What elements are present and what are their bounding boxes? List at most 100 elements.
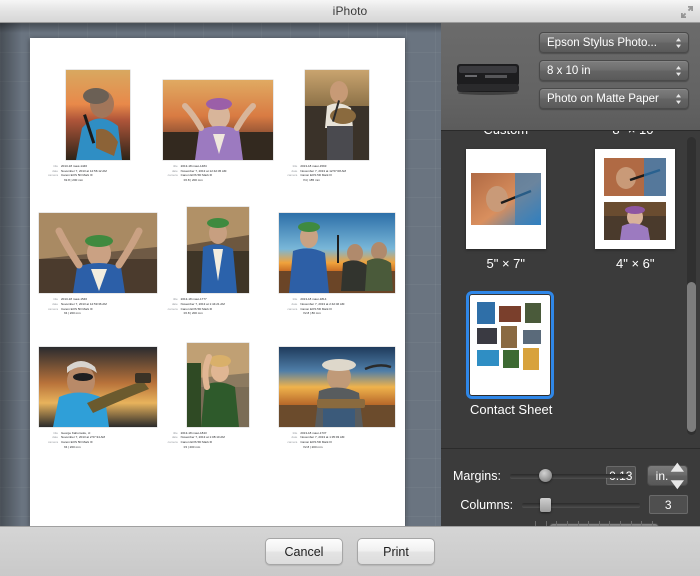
columns-slider-knob[interactable]: [540, 497, 552, 512]
margins-control-row: Margins: 0.13 in.: [453, 462, 688, 489]
photo-thumb-wrap: [158, 189, 278, 294]
layout-label: 5" × 7": [486, 256, 525, 271]
units-label: in.: [655, 468, 669, 483]
photo-caption: title 2013-18 maui-1843 date November 7, 2…: [165, 431, 278, 449]
photo-grid: title 2013-18 maui-1446 date November 7, 2…: [38, 56, 397, 449]
caption-key-camera: camera: [47, 173, 58, 178]
photo-caption: title 2013-18 maui-1484 date November 7, 2…: [165, 164, 278, 182]
photo-thumb-wrap: [38, 189, 158, 294]
updown-arrows-icon: [676, 93, 681, 104]
dialog-footer: Cancel Print: [0, 526, 700, 576]
photo-thumb-wrap: [277, 189, 397, 294]
caption-exif: f/2.8 | 200 mm: [64, 177, 84, 182]
printer-select[interactable]: Epson Stylus Photo...: [539, 32, 689, 53]
margins-slider[interactable]: [509, 468, 628, 483]
paper-size-select[interactable]: 8 x 10 in: [539, 60, 689, 81]
units-select[interactable]: in.: [646, 462, 688, 489]
columns-control-row: Columns: 3: [453, 495, 688, 527]
caption-key-camera: camera: [287, 306, 298, 311]
photo-caption: title 2013-18 maui-1737 date November 7, 2…: [284, 431, 397, 449]
layout-preview-image: [604, 158, 667, 196]
photo-cell[interactable]: title 2013-18 maui-1814 date November 7, 2…: [277, 189, 397, 315]
margins-label: Margins:: [453, 468, 501, 483]
layout-scrollbar-thumb[interactable]: [687, 282, 696, 432]
photo-caption: title 2013-18 maui-1777 date November 7, 2…: [165, 297, 278, 315]
photo-caption: title 2013-18 maui-1546 date November 7, 2…: [45, 297, 158, 315]
paper-type-label: Photo on Matte Paper: [547, 92, 659, 105]
layout-label-custom: Custom: [441, 131, 571, 137]
columns-value[interactable]: 3: [648, 495, 688, 514]
caption-exif: f/4 | 200 mm: [64, 311, 81, 316]
layout-preview-image: [470, 173, 541, 225]
photo-image: [162, 80, 273, 160]
photo-image: [279, 346, 396, 427]
caption-exif: f/2.8 | 80 mm: [303, 311, 321, 316]
window-titlebar: iPhoto: [0, 0, 700, 23]
page-title: iPhoto: [332, 4, 368, 18]
layout-preview-image: [604, 202, 667, 240]
photo-caption: title 2013-18 maui-1446 date November 7, 2…: [45, 164, 158, 182]
photo-cell[interactable]: title 2013-18 maui-1593 date November 7, 2…: [277, 56, 397, 182]
printer-icon: [457, 64, 519, 95]
paper-type-select[interactable]: Photo on Matte Paper: [539, 88, 689, 109]
photo-thumb-wrap: [158, 56, 278, 160]
margins-slider-track: [509, 473, 628, 478]
layout-empty-cell: [585, 295, 700, 417]
printer-popup-group: Epson Stylus Photo... 8 x 10 in Photo on…: [539, 32, 689, 109]
photo-cell[interactable]: title 2013-18 maui-1446 date November 7, 2…: [38, 56, 158, 182]
caption-exif: f/4 | 200 mm: [64, 444, 81, 449]
caption-exif: f/2.8 | 200 mm: [303, 444, 323, 449]
layout-option-4x6[interactable]: 4" × 6": [571, 149, 700, 271]
photo-cell[interactable]: title 2013-18 maui-1777 date November 7, 2…: [158, 189, 278, 315]
caption-camera: Canon EOS 5D Mark III: [300, 439, 332, 444]
layout-chooser-list[interactable]: Custom 8" × 10": [441, 131, 700, 449]
layout-label: 4" × 6": [615, 256, 655, 271]
caption-key-camera: camera: [287, 439, 298, 444]
print-preview-pane[interactable]: title 2013-18 maui-1446 date November 7, 2…: [0, 23, 441, 526]
photo-image: [305, 70, 370, 160]
caption-exif: f/4 | 200 mm: [183, 444, 201, 449]
layout-option-5x7[interactable]: 5" × 7": [441, 149, 571, 271]
printer-settings-block: Epson Stylus Photo... 8 x 10 in Photo on…: [441, 23, 700, 131]
fullscreen-expand-icon[interactable]: [680, 5, 694, 19]
photo-image: [186, 207, 249, 294]
photo-thumb-wrap: [38, 323, 158, 427]
caption-key-camera: camera: [47, 439, 58, 444]
layout-row: Contact Sheet: [441, 271, 700, 417]
window-body: title 2013-18 maui-1446 date November 7, 2…: [0, 23, 700, 546]
photo-cell[interactable]: title 2013-18 maui-1546 date November 7, 2…: [38, 189, 158, 315]
photo-cell[interactable]: title 2013-18 maui-1484 date November 7, 2…: [158, 56, 278, 182]
layout-scrollbar-track[interactable]: [687, 137, 696, 435]
photo-thumb-wrap: [158, 323, 278, 427]
photo-image: [186, 342, 249, 427]
photo-thumb-wrap: [38, 56, 158, 160]
photo-thumb-wrap: [277, 56, 397, 160]
caption-exif: f/2.8 | 200 mm: [183, 311, 203, 316]
photo-image: [38, 213, 157, 294]
caption-exif: f/4 | 185 mm: [303, 177, 320, 182]
updown-arrows-icon: [676, 65, 681, 76]
layout-cut-labels: Custom 8" × 10": [441, 131, 700, 137]
caption-key-camera: camera: [167, 173, 178, 178]
caption-exif: f/2.8 | 200 mm: [183, 177, 203, 182]
photo-thumb-wrap: [277, 323, 397, 427]
columns-slider[interactable]: [522, 497, 641, 512]
photo-cell[interactable]: title 2013-18 maui-1737 date November 7, 2…: [277, 323, 397, 449]
print-button[interactable]: Print: [357, 538, 435, 565]
photo-cell[interactable]: title 2013-18 maui-1843 date November 7, 2…: [158, 323, 278, 449]
photo-caption: title 2013-18 maui-1593 date November 7, 2…: [284, 164, 397, 182]
photo-row: title 2013-18 maui-1546 date November 7, 2…: [38, 189, 397, 315]
layout-label-8x10: 8" × 10": [571, 131, 700, 137]
caption-key-camera: camera: [47, 306, 58, 311]
printer-select-label: Epson Stylus Photo...: [547, 36, 657, 49]
layout-thumb-card: [465, 149, 546, 249]
photo-image: [65, 70, 130, 160]
margins-slider-knob[interactable]: [539, 468, 553, 482]
iphoto-print-window: iPhoto title 2013-18 maui-1446 date Nove…: [0, 0, 700, 576]
photo-cell[interactable]: title George Kahumoku, Jr. date November 7…: [38, 323, 158, 449]
cancel-button[interactable]: Cancel: [265, 538, 343, 565]
photo-row: title George Kahumoku, Jr. date November 7…: [38, 323, 397, 449]
layout-option-contact-sheet[interactable]: Contact Sheet: [441, 291, 585, 417]
paper-size-label: 8 x 10 in: [547, 64, 591, 77]
caption-camera: Canon EOS 5D Mark III: [180, 439, 213, 444]
